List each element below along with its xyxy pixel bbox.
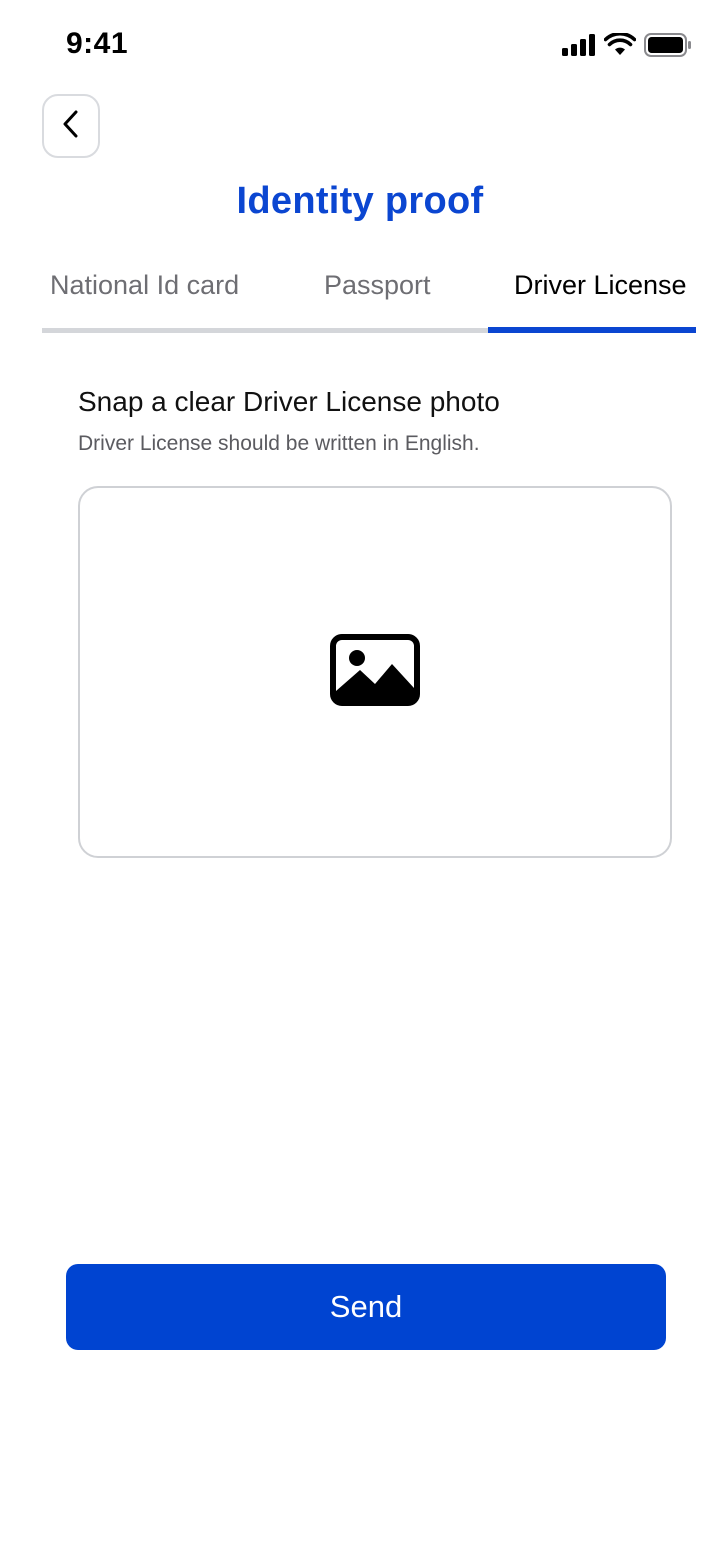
back-button[interactable] (42, 94, 100, 158)
tab-passport[interactable]: Passport (324, 270, 431, 328)
status-icons (562, 31, 692, 62)
section-heading: Snap a clear Driver License photo (78, 386, 500, 417)
image-icon (330, 633, 420, 711)
send-button[interactable]: Send (66, 1264, 666, 1350)
section-subtext: Driver License should be written in Engl… (78, 432, 480, 455)
signal-icon (562, 34, 596, 61)
tab-bar: National Id card Passport Driver License (42, 270, 696, 334)
status-time: 9:41 (66, 27, 129, 60)
status-bar: 9:41 (0, 0, 720, 92)
tab-driver-license[interactable]: Driver License (514, 270, 687, 328)
photo-upload-area[interactable] (78, 486, 672, 858)
page-title: Identity proof (236, 180, 484, 222)
tab-national-id-card[interactable]: National Id card (50, 270, 239, 328)
battery-icon (644, 33, 692, 62)
chevron-left-icon (60, 109, 82, 144)
wifi-icon (603, 31, 637, 62)
active-tab-indicator (488, 327, 696, 333)
